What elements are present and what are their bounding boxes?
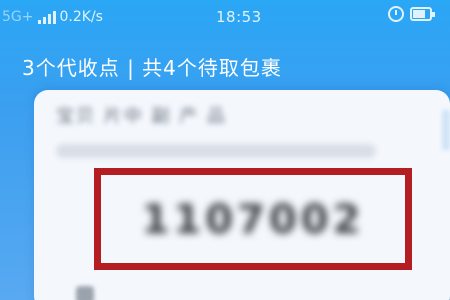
card-title: 宝贝 片中 副 产 品	[56, 106, 227, 127]
card-subtitle-placeholder	[56, 144, 376, 158]
pickup-code: 1107002	[141, 197, 365, 243]
battery-icon	[410, 7, 435, 21]
status-right	[388, 6, 435, 22]
card-edge-decoration	[442, 110, 450, 150]
package-card[interactable]: 宝贝 片中 副 产 品 1107002	[34, 90, 450, 300]
pickup-code-highlight: 1107002	[94, 168, 412, 270]
signal-icon	[37, 10, 56, 24]
package-icon	[76, 286, 94, 300]
page-title: 3个代收点 | 共4个待取包裹	[22, 56, 282, 80]
network-type: 5G+	[2, 9, 34, 25]
alarm-icon	[388, 6, 404, 22]
status-time: 18:53	[216, 8, 262, 26]
status-left: 5G+ 0.2K/s	[2, 9, 103, 25]
network-speed: 0.2K/s	[59, 9, 103, 25]
status-bar: 5G+ 0.2K/s 18:53	[0, 0, 450, 36]
